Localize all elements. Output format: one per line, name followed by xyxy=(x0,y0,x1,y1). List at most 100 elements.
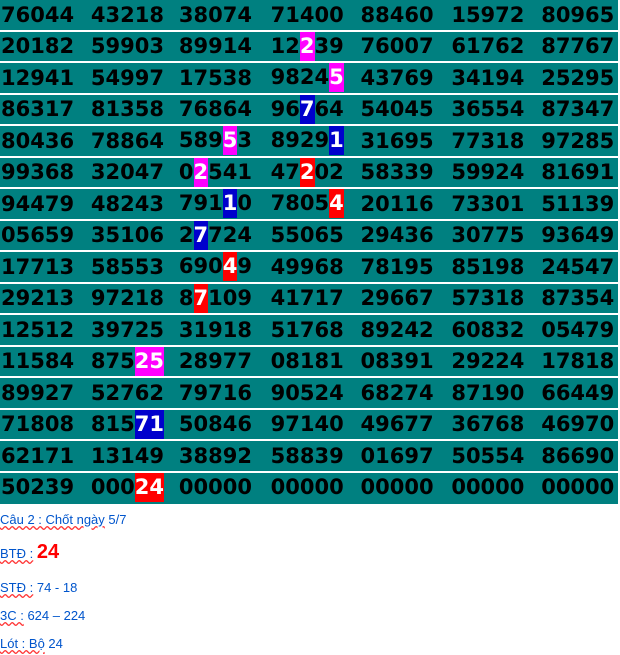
grid-cell: 86317 xyxy=(0,93,90,126)
highlighted-digits: 2 xyxy=(193,157,209,187)
grid-cell: 01697 xyxy=(359,440,451,473)
grid-cell: 94479 xyxy=(0,188,90,221)
grid-cell: 66449 xyxy=(540,377,618,410)
grid-cell: 78054 xyxy=(269,188,360,221)
grid-cell: 69049 xyxy=(177,251,270,284)
grid-cell: 61762 xyxy=(450,30,541,63)
grid-cell: 54045 xyxy=(359,93,451,126)
grid-cell: 85198 xyxy=(450,251,541,284)
grid-cell: 43218 xyxy=(89,0,178,32)
highlighted-digits: 24 xyxy=(134,472,164,502)
grid-cell: 00000 xyxy=(359,471,451,504)
cell-digits: 875 xyxy=(90,348,135,373)
grid-row: 62171 13149 38892 58839 01697 50554 86690 xyxy=(0,440,618,473)
grid-cell: 00000 xyxy=(450,471,541,504)
cell-digits: 000 xyxy=(90,474,135,499)
grid-cell: 79716 xyxy=(177,377,270,410)
highlighted-digits: 7 xyxy=(193,283,209,313)
note-3c-label: 3C : xyxy=(0,608,24,623)
grid-cell: 87354 xyxy=(540,282,618,315)
grid-row: 71808 81571 50846 97140 49677 36768 46970 xyxy=(0,408,618,441)
highlighted-digits: 7 xyxy=(299,94,315,124)
grid-row: 80436 78864 58953 89291 31695 77318 97285 xyxy=(0,125,618,158)
grid-cell: 80436 xyxy=(0,125,90,158)
cell-digits: 109 xyxy=(208,285,252,310)
grid-cell: 08181 xyxy=(269,345,360,378)
grid-cell: 00024 xyxy=(89,471,178,504)
cell-digits: 96 xyxy=(270,96,300,121)
grid-cell: 99368 xyxy=(0,156,90,189)
grid-cell: 30775 xyxy=(450,219,541,252)
grid-cell: 34194 xyxy=(450,62,541,95)
grid-cell: 58839 xyxy=(269,440,360,473)
grid-cell: 35106 xyxy=(89,219,178,252)
grid-cell: 87767 xyxy=(540,30,618,63)
grid-cell: 29436 xyxy=(359,219,451,252)
grid-cell: 86690 xyxy=(540,440,618,473)
number-grid: 76044 43218 38074 71400 88460 15972 80965 20182… xyxy=(0,0,618,504)
cell-digits: 815 xyxy=(90,411,135,436)
note-btd: BTĐ : 24 xyxy=(0,541,59,564)
grid-cell: 15972 xyxy=(450,0,541,32)
grid-cell: 68274 xyxy=(359,377,451,410)
note-lot-label: Lót : Bộ xyxy=(0,636,45,651)
grid-cell: 89242 xyxy=(359,314,451,347)
highlighted-digits: 4 xyxy=(222,252,238,282)
grid-cell: 89914 xyxy=(177,30,270,63)
grid-cell: 79110 xyxy=(177,188,270,221)
grid-cell: 20182 xyxy=(0,30,90,63)
cell-digits: 12 xyxy=(270,33,300,58)
grid-cell: 58553 xyxy=(89,251,178,284)
grid-cell: 57318 xyxy=(450,282,541,315)
grid-cell: 32047 xyxy=(89,156,178,189)
note-chot-ngay-value: 5/7 xyxy=(104,512,127,527)
grid-row: 05659 35106 27724 55065 29436 30775 93649 xyxy=(0,219,618,252)
grid-cell: 48243 xyxy=(89,188,178,221)
highlighted-digits: 5 xyxy=(329,63,344,93)
note-std-value: 74 - 18 xyxy=(33,580,78,595)
grid-cell: 12512 xyxy=(0,314,90,347)
cell-digits: 7805 xyxy=(270,191,330,216)
grid-cell: 49677 xyxy=(359,408,451,441)
cell-digits: 9824 xyxy=(270,65,330,90)
grid-cell: 02541 xyxy=(177,156,270,189)
grid-cell: 81358 xyxy=(89,93,178,126)
grid-cell: 38074 xyxy=(177,0,270,32)
grid-cell: 89927 xyxy=(0,377,90,410)
grid-cell: 73301 xyxy=(450,188,541,221)
grid-cell: 29667 xyxy=(359,282,451,315)
note-chot-ngay: Câu 2 : Chốt ngày 5/7 xyxy=(0,512,126,527)
cell-digits: 8929 xyxy=(270,128,330,153)
grid-row: 89927 52762 79716 90524 68274 87190 66449 xyxy=(0,377,618,410)
grid-cell: 50239 xyxy=(0,471,90,504)
grid-cell: 05659 xyxy=(0,219,90,252)
grid-cell: 98245 xyxy=(269,62,360,95)
highlighted-digits: 2 xyxy=(299,157,315,187)
grid-cell: 17713 xyxy=(0,251,90,284)
grid-cell: 76044 xyxy=(0,0,90,32)
grid-cell: 52762 xyxy=(89,377,178,410)
grid-row: 11584 87525 28977 08181 08391 29224 17818 xyxy=(0,345,618,378)
grid-cell: 58953 xyxy=(177,125,270,158)
grid-cell: 27724 xyxy=(177,219,270,252)
grid-cell: 31695 xyxy=(359,125,451,158)
grid-row: 17713 58553 69049 49968 78195 85198 24547 xyxy=(0,251,618,284)
cell-digits: 0 xyxy=(237,191,252,216)
grid-row: 86317 81358 76864 96764 54045 36554 87347 xyxy=(0,93,618,126)
grid-cell: 58339 xyxy=(359,156,451,189)
grid-cell: 29213 xyxy=(0,282,90,315)
note-btd-value: 24 xyxy=(36,541,60,563)
grid-cell: 51139 xyxy=(540,188,618,221)
note-lot-value: 24 xyxy=(44,636,63,651)
grid-cell: 29224 xyxy=(450,345,541,378)
cell-digits: 02 xyxy=(314,159,344,184)
grid-cell: 00000 xyxy=(177,471,270,504)
note-std: STĐ : 74 - 18 xyxy=(0,580,77,595)
grid-cell: 71400 xyxy=(269,0,360,32)
grid-row: 94479 48243 79110 78054 20116 73301 51139 xyxy=(0,188,618,221)
highlighted-digits: 2 xyxy=(299,31,315,61)
grid-row: 29213 97218 87109 41717 29667 57318 87354 xyxy=(0,282,618,315)
highlighted-digits: 4 xyxy=(329,189,344,219)
grid-cell: 31918 xyxy=(177,314,270,347)
grid-cell: 50554 xyxy=(450,440,541,473)
